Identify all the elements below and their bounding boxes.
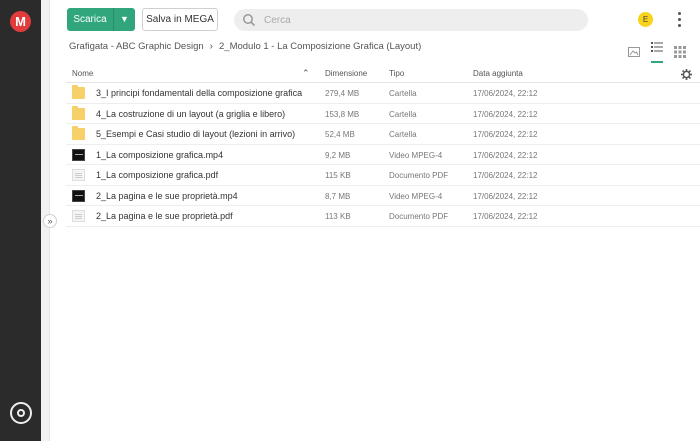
file-type: Documento PDF	[389, 212, 449, 221]
search-input[interactable]	[264, 12, 564, 28]
breadcrumb-current: 2_Modulo 1 - La Composizione Grafica (La…	[219, 41, 422, 52]
breadcrumb: Grafigata - ABC Graphic Design › 2_Modul…	[69, 41, 421, 52]
search-icon	[243, 14, 256, 27]
column-header-name[interactable]: Nome	[72, 69, 93, 78]
sync-status-icon[interactable]	[10, 402, 32, 424]
left-rail: M	[0, 0, 41, 441]
table-row[interactable]: 3_I principi fondamentali della composiz…	[66, 83, 700, 104]
file-date: 17/06/2024, 22:12	[473, 150, 538, 160]
expand-sidebar-button[interactable]: »	[43, 214, 57, 228]
avatar[interactable]: E	[638, 12, 653, 27]
file-name: 5_Esempi e Casi studio di layout (lezion…	[96, 129, 296, 139]
table-row[interactable]: 1_La composizione grafica.pdf 115 KB Doc…	[66, 165, 700, 186]
view-switcher	[628, 40, 686, 63]
column-header-size[interactable]: Dimensione	[325, 69, 367, 78]
file-type: Video MPEG-4	[389, 150, 443, 160]
file-name: 3_I principi fondamentali della composiz…	[96, 88, 303, 98]
table-row[interactable]: 4_La costruzione di un layout (a griglia…	[66, 104, 700, 124]
folder-icon	[72, 105, 85, 120]
file-type: Cartella	[389, 109, 417, 119]
mega-logo[interactable]: M	[10, 11, 31, 32]
file-name: 1_La composizione grafica.pdf	[96, 170, 219, 180]
file-date: 17/06/2024, 22:12	[473, 171, 538, 180]
video-icon	[72, 189, 85, 202]
file-size: 279,4 MB	[325, 89, 360, 98]
column-header-type[interactable]: Tipo	[389, 69, 404, 78]
pdf-icon	[72, 210, 85, 222]
file-date: 17/06/2024, 22:12	[473, 212, 538, 221]
search-bar[interactable]	[234, 9, 588, 31]
video-icon	[72, 148, 85, 161]
table-header: Nome ⌃ Dimensione Tipo Data aggiunta	[66, 64, 700, 83]
file-size: 113 KB	[325, 212, 351, 221]
gear-icon[interactable]	[681, 69, 692, 80]
file-date: 17/06/2024, 22:12	[473, 89, 538, 98]
table-row[interactable]: 5_Esempi e Casi studio di layout (lezion…	[66, 124, 700, 145]
table-row[interactable]: 2_La pagina e le sue proprietà.pdf 113 K…	[66, 206, 700, 227]
download-button-label: Scarica	[73, 14, 107, 25]
file-type: Cartella	[389, 89, 417, 98]
folder-icon	[72, 126, 85, 140]
download-button[interactable]: Scarica ▼	[67, 8, 135, 31]
grid-view-icon[interactable]	[674, 45, 686, 58]
file-size: 9,2 MB	[325, 150, 351, 160]
table-row[interactable]: 1_La composizione grafica.mp4 9,2 MB Vid…	[66, 145, 700, 165]
file-name: 4_La costruzione di un layout (a griglia…	[96, 108, 286, 119]
file-size: 153,8 MB	[325, 109, 360, 119]
column-header-date[interactable]: Data aggiunta	[473, 69, 523, 78]
table-row[interactable]: 2_La pagina e le sue proprietà.mp4 8,7 M…	[66, 186, 700, 206]
list-view-tab[interactable]	[651, 40, 663, 63]
chevron-right-icon: ›	[209, 41, 213, 52]
file-type: Documento PDF	[389, 171, 449, 180]
folder-icon	[72, 85, 85, 99]
file-date: 17/06/2024, 22:12	[473, 109, 538, 119]
list-view-icon	[651, 42, 663, 52]
file-size: 115 KB	[325, 171, 351, 180]
file-table: Nome ⌃ Dimensione Tipo Data aggiunta 3_I…	[66, 64, 700, 227]
file-name: 1_La composizione grafica.mp4	[96, 149, 224, 160]
breadcrumb-root[interactable]: Grafigata - ABC Graphic Design	[69, 41, 204, 52]
sort-ascending-icon[interactable]: ⌃	[302, 68, 310, 79]
file-type: Cartella	[389, 130, 417, 139]
file-size: 52,4 MB	[325, 130, 355, 139]
file-date: 17/06/2024, 22:12	[473, 191, 538, 201]
more-menu-icon[interactable]	[676, 12, 682, 27]
pdf-icon	[72, 169, 85, 181]
file-name: 2_La pagina e le sue proprietà.pdf	[96, 211, 233, 221]
save-to-mega-button[interactable]: Salva in MEGA	[142, 8, 218, 31]
file-date: 17/06/2024, 22:12	[473, 130, 538, 139]
file-name: 2_La pagina e le sue proprietà.mp4	[96, 190, 238, 201]
image-view-icon[interactable]	[628, 46, 640, 58]
file-size: 8,7 MB	[325, 191, 351, 201]
mega-app: M » Scarica ▼ Salva in MEGA E Grafigata …	[0, 0, 700, 441]
file-type: Video MPEG-4	[389, 191, 443, 201]
chevron-down-icon[interactable]: ▼	[114, 8, 135, 31]
